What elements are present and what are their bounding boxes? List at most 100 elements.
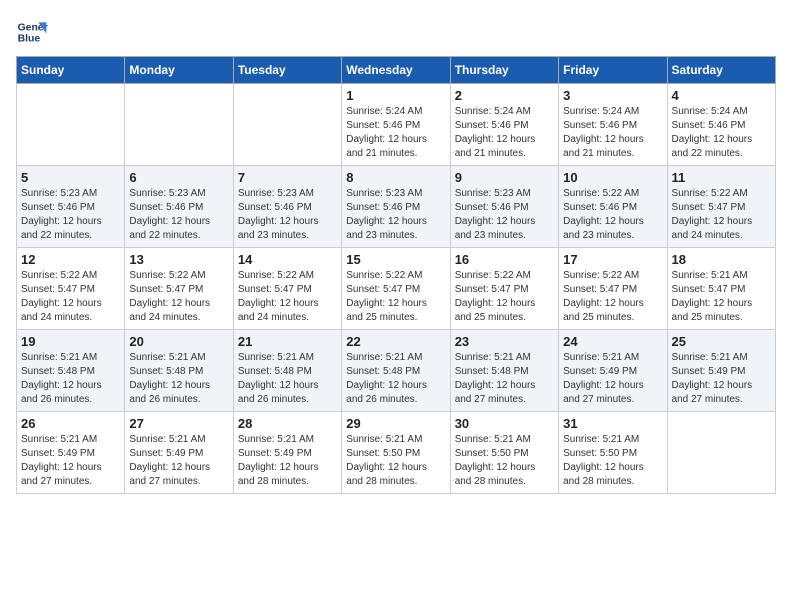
calendar-table: SundayMondayTuesdayWednesdayThursdayFrid… <box>16 56 776 494</box>
day-info: Sunrise: 5:24 AM Sunset: 5:46 PM Dayligh… <box>346 105 445 161</box>
day-number: 22 <box>346 334 445 349</box>
calendar-cell: 26 Sunrise: 5:21 AM Sunset: 5:49 PM Dayli… <box>17 412 125 494</box>
svg-text:Blue: Blue <box>18 34 41 45</box>
day-number: 19 <box>21 334 120 349</box>
day-number: 1 <box>346 88 445 103</box>
day-info: Sunrise: 5:21 AM Sunset: 5:48 PM Dayligh… <box>238 351 337 407</box>
calendar-cell: 17Sunrise: 5:22 AM Sunset: 5:47 PM Dayli… <box>559 248 667 330</box>
day-number: 5 <box>21 170 120 185</box>
day-info: Sunrise: 5:22 AM Sunset: 5:46 PM Dayligh… <box>563 187 662 243</box>
calendar-cell: 18Sunrise: 5:21 AM Sunset: 5:47 PM Dayli… <box>667 248 775 330</box>
day-info: Sunrise: 5:23 AM Sunset: 5:46 PM Dayligh… <box>346 187 445 243</box>
day-info: Sunrise: 5:24 AM Sunset: 5:46 PM Dayligh… <box>455 105 554 161</box>
calendar-cell: 13 Sunrise: 5:22 AM Sunset: 5:47 PM Dayli… <box>125 248 233 330</box>
day-number: 16 <box>455 252 554 267</box>
logo-icon: General Blue <box>16 16 48 48</box>
day-info: Sunrise: 5:21 AM Sunset: 5:49 PM Dayligh… <box>672 351 771 407</box>
calendar-cell: 22 Sunrise: 5:21 AM Sunset: 5:48 PM Dayli… <box>342 330 450 412</box>
day-number: 7 <box>238 170 337 185</box>
calendar-cell: 14 Sunrise: 5:22 AM Sunset: 5:47 PM Dayli… <box>233 248 341 330</box>
day-info: Sunrise: 5:22 AM Sunset: 5:47 PM Dayligh… <box>563 269 662 325</box>
weekday-header-thursday: Thursday <box>450 57 558 84</box>
calendar-cell: 31 Sunrise: 5:21 AM Sunset: 5:50 PM Dayli… <box>559 412 667 494</box>
day-number: 13 <box>129 252 228 267</box>
day-number: 24 <box>563 334 662 349</box>
day-info: Sunrise: 5:23 AM Sunset: 5:46 PM Dayligh… <box>129 187 228 243</box>
day-number: 29 <box>346 416 445 431</box>
calendar-cell: 30 Sunrise: 5:21 AM Sunset: 5:50 PM Dayli… <box>450 412 558 494</box>
calendar-cell: 15 Sunrise: 5:22 AM Sunset: 5:47 PM Dayli… <box>342 248 450 330</box>
day-info: Sunrise: 5:21 AM Sunset: 5:48 PM Dayligh… <box>455 351 554 407</box>
day-info: Sunrise: 5:22 AM Sunset: 5:47 PM Dayligh… <box>129 269 228 325</box>
weekday-header-friday: Friday <box>559 57 667 84</box>
calendar-cell: 4 Sunrise: 5:24 AM Sunset: 5:46 PM Daylig… <box>667 84 775 166</box>
day-info: Sunrise: 5:21 AM Sunset: 5:48 PM Dayligh… <box>21 351 120 407</box>
day-info: Sunrise: 5:21 AM Sunset: 5:49 PM Dayligh… <box>563 351 662 407</box>
day-number: 2 <box>455 88 554 103</box>
weekday-header-sunday: Sunday <box>17 57 125 84</box>
day-info: Sunrise: 5:22 AM Sunset: 5:47 PM Dayligh… <box>455 269 554 325</box>
calendar-cell: 24 Sunrise: 5:21 AM Sunset: 5:49 PM Dayli… <box>559 330 667 412</box>
day-number: 20 <box>129 334 228 349</box>
day-number: 15 <box>346 252 445 267</box>
day-number: 26 <box>21 416 120 431</box>
calendar-cell: 8 Sunrise: 5:23 AM Sunset: 5:46 PM Daylig… <box>342 166 450 248</box>
weekday-header-monday: Monday <box>125 57 233 84</box>
day-info: Sunrise: 5:21 AM Sunset: 5:50 PM Dayligh… <box>563 433 662 489</box>
calendar-cell: 5Sunrise: 5:23 AM Sunset: 5:46 PM Daylig… <box>17 166 125 248</box>
day-number: 12 <box>21 252 120 267</box>
calendar-week-4: 19 Sunrise: 5:21 AM Sunset: 5:48 PM Dayli… <box>17 330 776 412</box>
calendar-cell: 23 Sunrise: 5:21 AM Sunset: 5:48 PM Dayli… <box>450 330 558 412</box>
day-number: 8 <box>346 170 445 185</box>
calendar-cell: 16 Sunrise: 5:22 AM Sunset: 5:47 PM Dayli… <box>450 248 558 330</box>
day-number: 31 <box>563 416 662 431</box>
day-number: 23 <box>455 334 554 349</box>
calendar-cell: 21Sunrise: 5:21 AM Sunset: 5:48 PM Dayli… <box>233 330 341 412</box>
calendar-cell <box>125 84 233 166</box>
day-number: 18 <box>672 252 771 267</box>
calendar-cell: 25Sunrise: 5:21 AM Sunset: 5:49 PM Dayli… <box>667 330 775 412</box>
calendar-cell: 29 Sunrise: 5:21 AM Sunset: 5:50 PM Dayli… <box>342 412 450 494</box>
day-info: Sunrise: 5:22 AM Sunset: 5:47 PM Dayligh… <box>238 269 337 325</box>
calendar-cell: 6 Sunrise: 5:23 AM Sunset: 5:46 PM Daylig… <box>125 166 233 248</box>
calendar-cell: 3Sunrise: 5:24 AM Sunset: 5:46 PM Daylig… <box>559 84 667 166</box>
weekday-header-tuesday: Tuesday <box>233 57 341 84</box>
day-info: Sunrise: 5:21 AM Sunset: 5:50 PM Dayligh… <box>455 433 554 489</box>
day-number: 4 <box>672 88 771 103</box>
weekday-header-wednesday: Wednesday <box>342 57 450 84</box>
day-number: 10 <box>563 170 662 185</box>
day-number: 6 <box>129 170 228 185</box>
calendar-cell: 10 Sunrise: 5:22 AM Sunset: 5:46 PM Dayli… <box>559 166 667 248</box>
day-info: Sunrise: 5:24 AM Sunset: 5:46 PM Dayligh… <box>672 105 771 161</box>
page-header: General Blue <box>16 16 776 48</box>
calendar-cell <box>233 84 341 166</box>
day-info: Sunrise: 5:21 AM Sunset: 5:48 PM Dayligh… <box>129 351 228 407</box>
day-info: Sunrise: 5:22 AM Sunset: 5:47 PM Dayligh… <box>346 269 445 325</box>
day-info: Sunrise: 5:21 AM Sunset: 5:49 PM Dayligh… <box>129 433 228 489</box>
day-info: Sunrise: 5:22 AM Sunset: 5:47 PM Dayligh… <box>672 187 771 243</box>
logo: General Blue <box>16 16 48 48</box>
calendar-cell: 19 Sunrise: 5:21 AM Sunset: 5:48 PM Dayli… <box>17 330 125 412</box>
day-number: 14 <box>238 252 337 267</box>
day-number: 27 <box>129 416 228 431</box>
day-info: Sunrise: 5:21 AM Sunset: 5:49 PM Dayligh… <box>238 433 337 489</box>
calendar-cell: 11 Sunrise: 5:22 AM Sunset: 5:47 PM Dayli… <box>667 166 775 248</box>
day-info: Sunrise: 5:21 AM Sunset: 5:48 PM Dayligh… <box>346 351 445 407</box>
calendar-cell: 12Sunrise: 5:22 AM Sunset: 5:47 PM Dayli… <box>17 248 125 330</box>
calendar-cell <box>667 412 775 494</box>
day-number: 11 <box>672 170 771 185</box>
calendar-cell: 1 Sunrise: 5:24 AM Sunset: 5:46 PM Daylig… <box>342 84 450 166</box>
calendar-cell: 9 Sunrise: 5:23 AM Sunset: 5:46 PM Daylig… <box>450 166 558 248</box>
day-info: Sunrise: 5:23 AM Sunset: 5:46 PM Dayligh… <box>455 187 554 243</box>
calendar-week-5: 26 Sunrise: 5:21 AM Sunset: 5:49 PM Dayli… <box>17 412 776 494</box>
day-info: Sunrise: 5:23 AM Sunset: 5:46 PM Dayligh… <box>238 187 337 243</box>
day-info: Sunrise: 5:21 AM Sunset: 5:49 PM Dayligh… <box>21 433 120 489</box>
day-info: Sunrise: 5:21 AM Sunset: 5:50 PM Dayligh… <box>346 433 445 489</box>
day-number: 28 <box>238 416 337 431</box>
calendar-cell <box>17 84 125 166</box>
day-number: 9 <box>455 170 554 185</box>
calendar-week-3: 12 Sunrise: 5:22 AM Sunset: 5:47 PM Dayli… <box>17 248 776 330</box>
calendar-week-1: 1 Sunrise: 5:24 AM Sunset: 5:46 PM Daylig… <box>17 84 776 166</box>
day-number: 30 <box>455 416 554 431</box>
calendar-cell: 20 Sunrise: 5:21 AM Sunset: 5:48 PM Dayli… <box>125 330 233 412</box>
